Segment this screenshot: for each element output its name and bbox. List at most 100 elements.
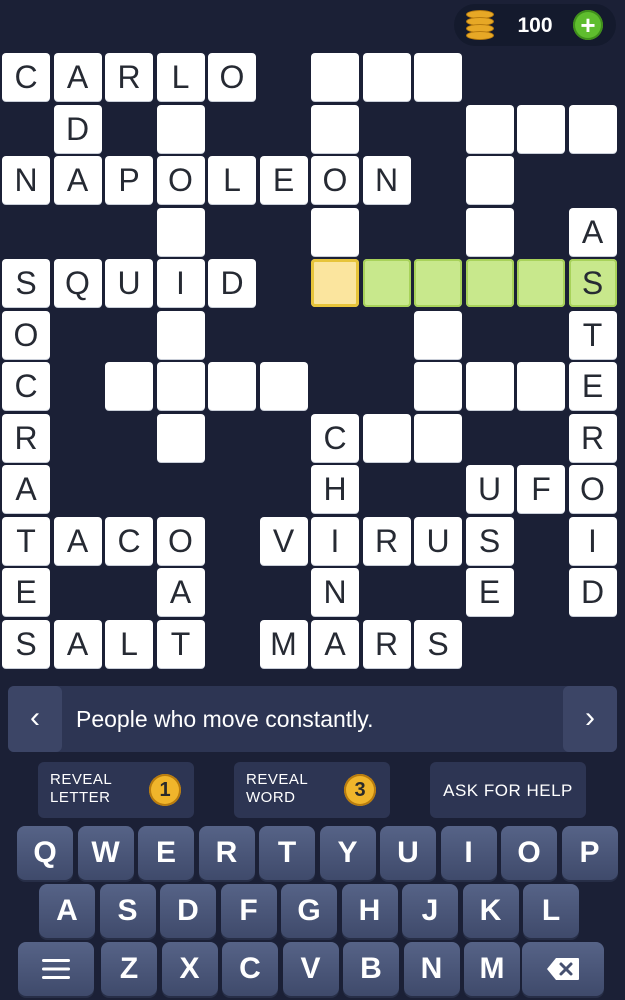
- key-r[interactable]: R: [198, 826, 255, 880]
- grid-cell[interactable]: R: [568, 413, 617, 462]
- grid-cell[interactable]: U: [465, 465, 514, 513]
- grid-cell[interactable]: [259, 362, 308, 410]
- grid-cell[interactable]: O: [2, 310, 50, 359]
- grid-cell[interactable]: F: [517, 465, 565, 513]
- grid-cell[interactable]: N: [362, 156, 411, 204]
- grid-cell[interactable]: [517, 362, 565, 410]
- grid-cell[interactable]: [156, 310, 205, 359]
- grid-cell[interactable]: N: [311, 568, 359, 616]
- grid-cell[interactable]: E: [568, 362, 617, 410]
- grid-cell[interactable]: [465, 259, 514, 307]
- backspace-key[interactable]: [522, 942, 604, 996]
- grid-cell[interactable]: R: [105, 53, 153, 101]
- key-x[interactable]: X: [161, 942, 218, 996]
- grid-cell[interactable]: [517, 259, 565, 307]
- grid-cell[interactable]: [465, 207, 514, 256]
- grid-cell[interactable]: A: [53, 156, 102, 204]
- grid-cell[interactable]: R: [362, 619, 411, 668]
- key-p[interactable]: P: [561, 826, 618, 880]
- grid-cell[interactable]: S: [2, 619, 50, 668]
- grid-cell[interactable]: M: [259, 619, 308, 668]
- grid-cell[interactable]: [414, 53, 462, 101]
- key-h[interactable]: H: [341, 884, 398, 938]
- grid-cell[interactable]: Q: [53, 259, 102, 307]
- key-t[interactable]: T: [259, 826, 315, 880]
- key-n[interactable]: N: [403, 942, 460, 996]
- grid-cell[interactable]: [568, 104, 617, 153]
- grid-cell-selected[interactable]: [311, 259, 359, 307]
- grid-cell[interactable]: [156, 207, 205, 256]
- grid-cell[interactable]: D: [568, 568, 617, 616]
- grid-cell[interactable]: U: [105, 259, 153, 307]
- key-y[interactable]: Y: [319, 826, 376, 880]
- grid-cell[interactable]: V: [259, 516, 308, 565]
- reveal-letter-button[interactable]: REVEAL LETTER 1: [38, 762, 194, 818]
- grid-cell[interactable]: [414, 310, 462, 359]
- grid-cell[interactable]: [156, 104, 205, 153]
- grid-cell[interactable]: D: [208, 259, 256, 307]
- key-b[interactable]: B: [343, 942, 399, 996]
- key-a[interactable]: A: [39, 884, 95, 938]
- key-k[interactable]: K: [462, 884, 519, 938]
- grid-cell[interactable]: [414, 413, 462, 462]
- grid-cell[interactable]: [311, 104, 359, 153]
- grid-cell[interactable]: C: [105, 516, 153, 565]
- grid-cell[interactable]: O: [208, 53, 256, 101]
- grid-cell[interactable]: T: [568, 310, 617, 359]
- grid-cell[interactable]: [465, 104, 514, 153]
- key-l[interactable]: L: [523, 884, 579, 938]
- grid-cell[interactable]: [311, 207, 359, 256]
- grid-cell[interactable]: A: [311, 619, 359, 668]
- grid-cell[interactable]: S: [414, 619, 462, 668]
- grid-cell[interactable]: [362, 259, 411, 307]
- grid-cell[interactable]: [517, 104, 565, 153]
- grid-cell[interactable]: T: [2, 516, 50, 565]
- grid-cell[interactable]: A: [2, 465, 50, 513]
- grid-cell[interactable]: [208, 362, 256, 410]
- grid-cell[interactable]: R: [2, 413, 50, 462]
- grid-cell[interactable]: O: [156, 156, 205, 204]
- grid-cell[interactable]: S: [568, 259, 617, 307]
- grid-cell[interactable]: A: [568, 207, 617, 256]
- key-u[interactable]: U: [380, 826, 436, 880]
- grid-cell[interactable]: O: [311, 156, 359, 204]
- grid-cell[interactable]: I: [311, 516, 359, 565]
- grid-cell[interactable]: O: [156, 516, 205, 565]
- grid-cell[interactable]: A: [53, 619, 102, 668]
- grid-cell[interactable]: U: [414, 516, 462, 565]
- grid-cell[interactable]: C: [2, 53, 50, 101]
- menu-key[interactable]: [18, 942, 94, 996]
- grid-cell[interactable]: [414, 362, 462, 410]
- grid-cell[interactable]: O: [568, 465, 617, 513]
- grid-cell[interactable]: L: [105, 619, 153, 668]
- key-j[interactable]: J: [402, 884, 458, 938]
- grid-cell[interactable]: P: [105, 156, 153, 204]
- grid-cell[interactable]: [362, 53, 411, 101]
- grid-cell[interactable]: C: [2, 362, 50, 410]
- grid-cell[interactable]: A: [53, 53, 102, 101]
- key-f[interactable]: F: [220, 884, 277, 938]
- grid-cell[interactable]: [156, 362, 205, 410]
- key-i[interactable]: I: [440, 826, 497, 880]
- grid-cell[interactable]: I: [568, 516, 617, 565]
- grid-cell[interactable]: N: [2, 156, 50, 204]
- key-s[interactable]: S: [99, 884, 156, 938]
- grid-cell[interactable]: D: [53, 104, 102, 153]
- reveal-word-button[interactable]: REVEAL WORD 3: [234, 762, 390, 818]
- grid-cell[interactable]: S: [465, 516, 514, 565]
- grid-cell[interactable]: [156, 413, 205, 462]
- grid-cell[interactable]: S: [2, 259, 50, 307]
- grid-cell[interactable]: E: [2, 568, 50, 616]
- key-v[interactable]: V: [282, 942, 339, 996]
- key-c[interactable]: C: [222, 942, 278, 996]
- next-clue-button[interactable]: ›: [563, 686, 617, 752]
- grid-cell[interactable]: H: [311, 465, 359, 513]
- grid-cell[interactable]: [362, 413, 411, 462]
- grid-cell[interactable]: [465, 156, 514, 204]
- grid-cell[interactable]: E: [465, 568, 514, 616]
- previous-clue-button[interactable]: ‹: [8, 686, 62, 752]
- key-e[interactable]: E: [138, 826, 194, 880]
- grid-cell[interactable]: [465, 362, 514, 410]
- grid-cell[interactable]: R: [362, 516, 411, 565]
- grid-cell[interactable]: [311, 53, 359, 101]
